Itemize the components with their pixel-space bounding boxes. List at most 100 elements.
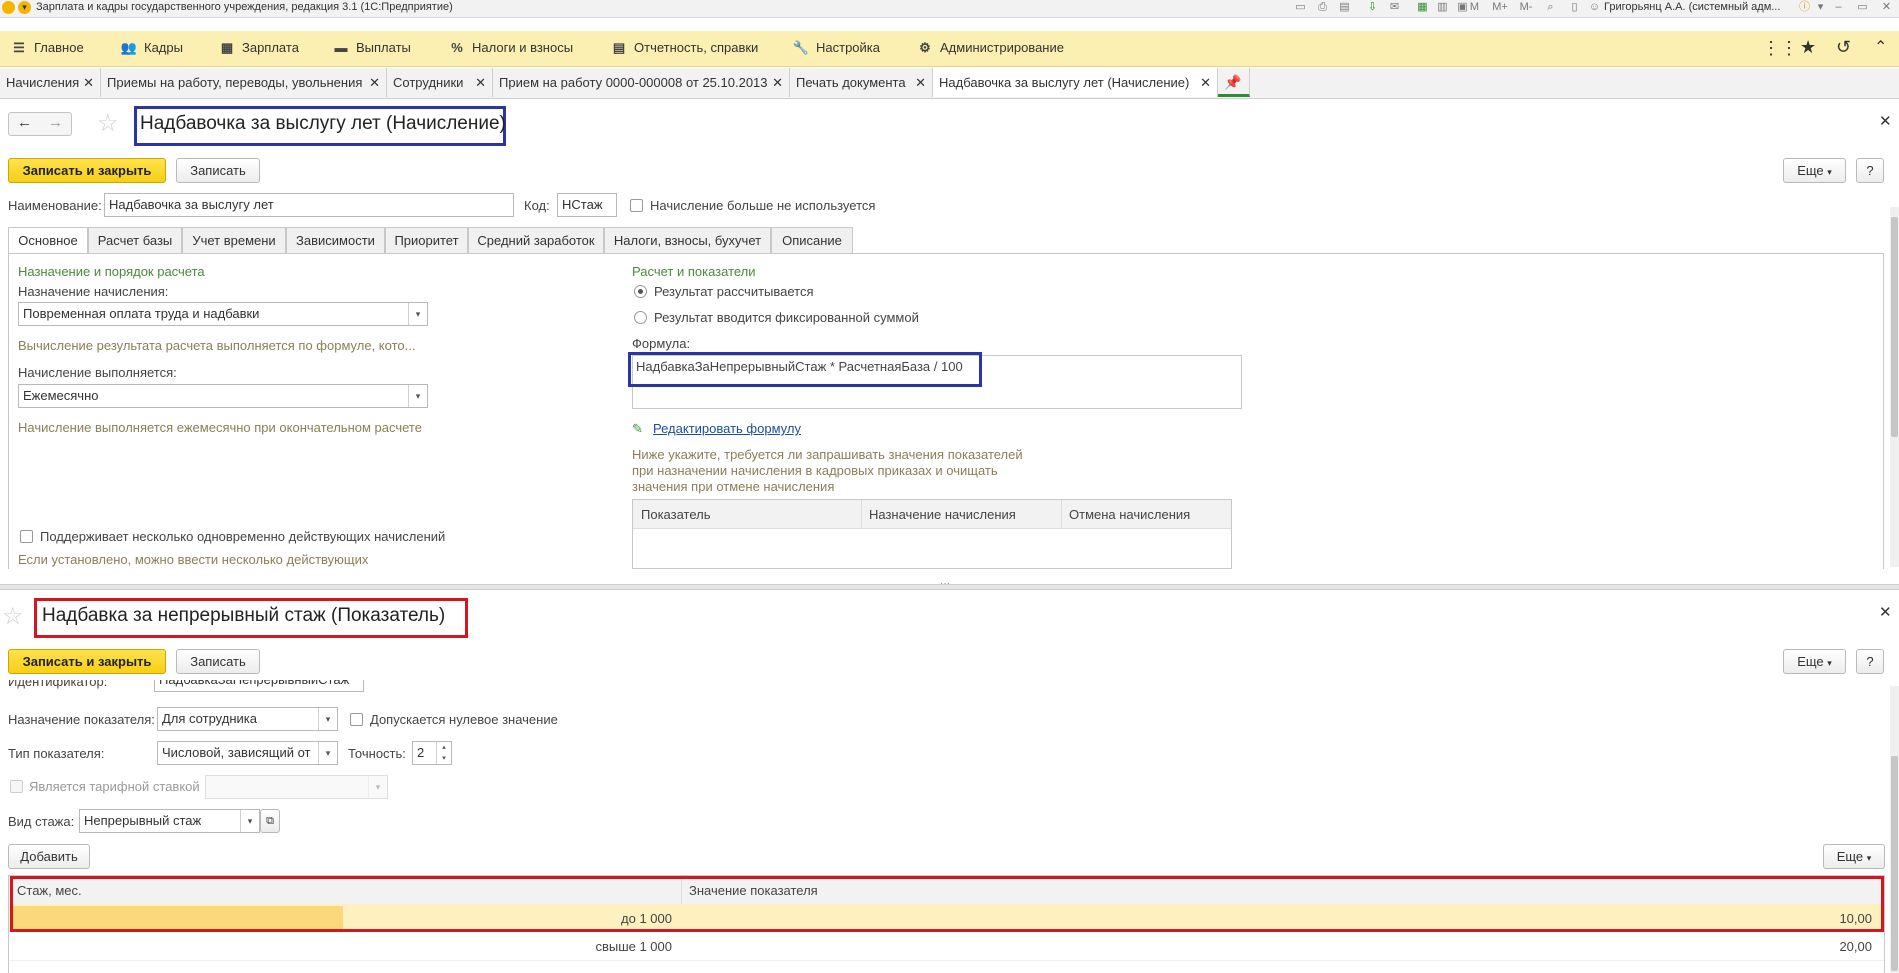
calculator-icon[interactable]: ▥ (1436, 1, 1449, 14)
collapse-panel-icon[interactable]: ⌃ (1874, 37, 1887, 57)
preview-icon[interactable]: ▤ (1338, 1, 1351, 14)
stazh-type-select[interactable]: Непрерывный стаж ▾ (79, 809, 260, 833)
precision-stepper[interactable]: 2 ▴ ▾ (412, 741, 452, 765)
back-arrow-icon[interactable]: ← (17, 114, 32, 131)
code-field[interactable]: НСтаж (557, 193, 617, 217)
stepper-arrows-icon[interactable]: ▴ ▾ (436, 742, 451, 764)
close-window-icon[interactable]: ✕ (1880, 1, 1893, 14)
form2-scrollbar[interactable] (1890, 686, 1899, 973)
splitter-grip-icon[interactable]: ··· (940, 578, 950, 589)
tab-hirings[interactable]: Приемы на работу, переводы, увольнения ✕ (101, 68, 387, 97)
tab-hiring-doc[interactable]: Прием на работу 0000-000008 от 25.10.201… (493, 68, 790, 97)
close-tab-icon[interactable]: ✕ (369, 68, 380, 97)
form1-close-icon[interactable]: ✕ (1879, 112, 1892, 130)
form2-more-button[interactable]: Еще ▾ (1783, 649, 1846, 674)
dropdown-arrow-icon[interactable]: ▾ (318, 708, 337, 730)
mail-icon[interactable]: ✉ (1388, 1, 1401, 14)
form1-more-button[interactable]: Еще ▾ (1783, 158, 1846, 183)
memory-mplus-icon[interactable]: M+ (1490, 1, 1510, 14)
menu-item-staff[interactable]: 👥 Кадры (120, 40, 183, 56)
minimize-icon[interactable]: – (1832, 1, 1845, 14)
calculator-menu-icon: ▦ (220, 40, 234, 55)
tab-print-doc[interactable]: Печать документа ✕ (790, 68, 933, 97)
tab-accruals[interactable]: Начисления ✕ (0, 68, 101, 97)
indicator-purpose-select[interactable]: Для сотрудника ▾ (157, 707, 338, 731)
app-menu-icon[interactable]: ▾ (18, 1, 31, 14)
memory-mminus-icon[interactable]: M- (1516, 1, 1536, 14)
print-icon[interactable]: ⎙ (1316, 1, 1329, 14)
tab-priority[interactable]: Приоритет (385, 227, 468, 253)
name-field[interactable]: Надбавочка за выслугу лет (104, 193, 514, 217)
id-field[interactable]: НадбавкаЗаНепрерывныйСтаж (154, 680, 364, 692)
panel-icon[interactable]: ▯ (1568, 1, 1581, 14)
form2-help-button[interactable]: ? (1856, 649, 1884, 674)
dropdown-arrow-icon[interactable]: ▾ (408, 303, 427, 325)
search-icon[interactable]: ⌕ (1544, 1, 1557, 14)
unused-checkbox[interactable] (630, 199, 643, 212)
menu-item-main[interactable]: ☰ Главное (10, 40, 84, 56)
form2-scroll-thumb[interactable] (1891, 756, 1898, 971)
tab-average-earnings[interactable]: Средний заработок (468, 227, 604, 253)
close-tab-icon[interactable]: ✕ (772, 68, 783, 97)
menu-item-settings[interactable]: 🔧 Настройка (792, 40, 880, 56)
form2-close-icon[interactable]: ✕ (1879, 603, 1892, 621)
form2-save-close-button[interactable]: Записать и закрыть (8, 649, 166, 674)
history-icon[interactable]: ↺ (1836, 37, 1851, 58)
form1-scroll-thumb[interactable] (1891, 217, 1898, 437)
tab-employees[interactable]: Сотрудники ✕ (387, 68, 493, 97)
form1-save-button[interactable]: Записать (176, 158, 260, 183)
purpose-select[interactable]: Повременная оплата труда и надбавки ▾ (18, 302, 428, 326)
form1-save-close-button[interactable]: Записать и закрыть (8, 158, 166, 183)
menu-item-salary[interactable]: ▦ Зарплата (218, 40, 299, 56)
tab-dependencies[interactable]: Зависимости (286, 227, 385, 253)
period-select[interactable]: Ежемесячно ▾ (18, 384, 428, 408)
tab-main[interactable]: Основное (8, 227, 88, 254)
maximize-icon[interactable]: ▭ (1856, 1, 1869, 14)
radio-fixed[interactable] (634, 311, 647, 324)
dropdown-arrow-icon[interactable]: ▾ (318, 742, 337, 764)
tab-taxes[interactable]: Налоги, взносы, бухучет (604, 227, 771, 253)
dropdown-arrow-icon[interactable]: ▾ (240, 810, 259, 832)
table-row[interactable]: свыше 1 000 20,00 (9, 932, 1884, 961)
close-tab-icon[interactable]: ✕ (915, 68, 926, 97)
dropdown-icon[interactable]: ▾ (1814, 1, 1827, 14)
user-icon[interactable]: ☺ (1588, 1, 1601, 14)
close-tab-icon[interactable]: ✕ (1200, 68, 1211, 97)
favorite-star-icon[interactable]: ☆ (97, 109, 119, 138)
forward-arrow-icon[interactable]: → (48, 114, 63, 131)
menu-item-taxes[interactable]: % Налоги и взносы (448, 40, 573, 55)
tab-time-accounting[interactable]: Учет времени (182, 227, 286, 253)
tariff-checkbox[interactable] (10, 780, 23, 793)
add-button[interactable]: Добавить (8, 844, 90, 869)
open-stazh-button[interactable]: ⧉ (260, 809, 280, 833)
save-icon[interactable]: ▭ (1294, 1, 1307, 14)
close-tab-icon[interactable]: ✕ (475, 68, 486, 97)
multi-checkbox[interactable] (20, 530, 33, 543)
tab-description[interactable]: Описание (771, 227, 853, 253)
menu-item-reports[interactable]: ▤ Отчетность, справки (610, 40, 758, 56)
menu-item-admin[interactable]: ⚙ Администрирование (916, 40, 1064, 56)
favorite-star-icon-2[interactable]: ☆ (2, 602, 24, 631)
menu-item-payments[interactable]: ▬ Выплаты (332, 40, 411, 55)
calc-section-title: Расчет и показатели (632, 264, 756, 279)
radio-calculated[interactable] (634, 285, 647, 298)
spreadsheet-icon[interactable]: ▦ (1416, 1, 1429, 14)
form1-help-button[interactable]: ? (1856, 158, 1884, 183)
dropdown-arrow-icon[interactable]: ▾ (408, 385, 427, 407)
close-tab-icon[interactable]: ✕ (83, 68, 94, 97)
favorites-star-icon[interactable]: ★ (1800, 37, 1816, 58)
edit-formula-link[interactable]: Редактировать формулу (653, 421, 801, 436)
apps-grid-icon[interactable]: ⋮⋮ (1762, 38, 1798, 59)
info-icon[interactable]: ⓘ (1798, 1, 1811, 14)
form1-scrollbar[interactable] (1890, 207, 1899, 567)
download-icon[interactable]: ⇩ (1366, 1, 1379, 14)
memory-m-icon[interactable]: M (1468, 1, 1481, 14)
indicator-type-select[interactable]: Числовой, зависящий от ▾ (157, 741, 338, 765)
form2-save-button[interactable]: Записать (176, 649, 260, 674)
zero-allowed-checkbox[interactable] (350, 713, 363, 726)
tab-accrual-bonus[interactable]: Надбавочка за выслугу лет (Начисление) ✕ (933, 68, 1218, 97)
tab-base-calc[interactable]: Расчет базы (88, 227, 182, 253)
table-more-button[interactable]: Еще ▾ (1823, 844, 1885, 869)
user-name[interactable]: Григорьянц А.А. (системный адм... (1604, 1, 1780, 13)
tab-pin[interactable]: 📌 (1218, 68, 1250, 97)
